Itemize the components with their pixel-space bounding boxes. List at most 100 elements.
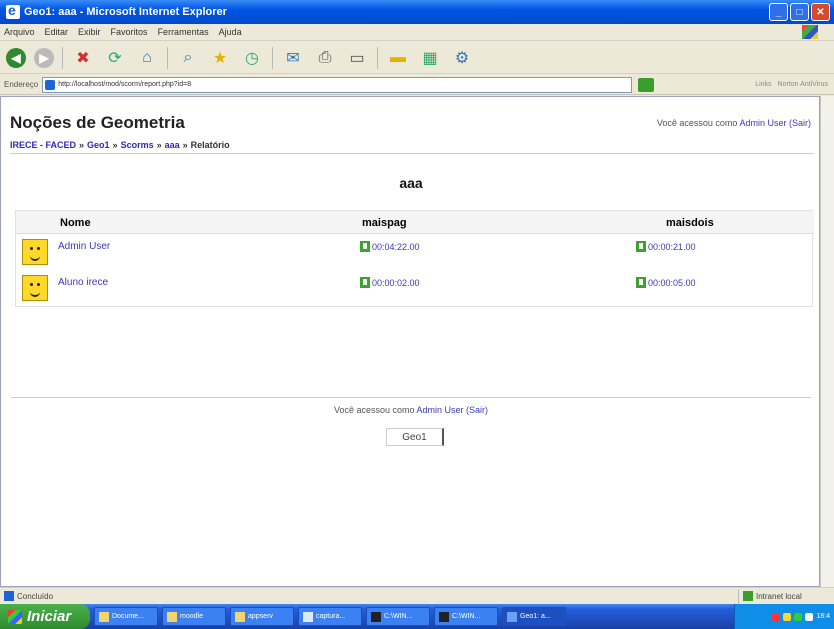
menu-ajuda[interactable]: Ajuda (219, 27, 242, 37)
home-icon[interactable]: ⌂ (135, 46, 159, 70)
intranet-icon (743, 591, 753, 601)
console-icon (371, 611, 381, 622)
column-maispag: maispag (362, 217, 407, 229)
breadcrumb-current: Relatório (190, 139, 230, 150)
tray-icon[interactable] (772, 612, 781, 621)
login-prefix: Você acessou como (656, 118, 738, 128)
taskbar-item[interactable]: Docume... (94, 607, 158, 626)
status-text: Concluído (17, 591, 54, 601)
page-icon (45, 79, 56, 90)
start-button[interactable]: Iniciar (0, 604, 90, 629)
report-icon (360, 277, 370, 288)
stop-icon[interactable]: ✖ (71, 46, 95, 70)
mail-icon[interactable]: ✉ (281, 46, 305, 70)
breadcrumb: IRECE - FACED » Geo1 » Scorms » aaa » Re… (10, 136, 814, 154)
time-cell[interactable]: 00:00:05.00 (636, 277, 696, 288)
login-user-link[interactable]: Admin User (739, 118, 786, 128)
system-tray: 18:4 (734, 604, 834, 629)
browser-content: Noções de Geometria Você acessou como Ad… (0, 96, 820, 587)
back-icon[interactable]: ◀ (6, 47, 26, 68)
breadcrumb-scorms[interactable]: Scorms (121, 140, 154, 150)
avatar[interactable] (22, 275, 48, 301)
window-title: Geo1: aaa - Microsoft Internet Explorer (24, 6, 227, 18)
address-url: http://localhost/mod/scorm/report.php?id… (58, 81, 192, 88)
address-bar: Endereço http://localhost/mod/scorm/repo… (0, 75, 834, 95)
refresh-icon[interactable]: ⟳ (103, 46, 127, 70)
messenger-icon[interactable]: ▦ (418, 46, 442, 70)
address-label: Endereço (4, 80, 39, 89)
report-icon (636, 277, 646, 288)
page-done-icon (4, 591, 14, 601)
breadcrumb-geo1[interactable]: Geo1 (87, 140, 110, 150)
tray-icon[interactable] (783, 612, 792, 621)
status-bar: Concluído Intranet local (0, 587, 834, 604)
document-icon (303, 611, 313, 622)
forward-icon[interactable]: ▶ (34, 47, 54, 68)
time-cell[interactable]: 00:00:02.00 (360, 277, 420, 288)
ie-icon (6, 2, 20, 19)
minimize-button[interactable]: _ (769, 3, 788, 21)
links-label[interactable]: Links (755, 81, 771, 88)
history-icon[interactable]: ◷ (240, 46, 264, 70)
favorites-icon[interactable]: ★ (208, 46, 232, 70)
edit-icon[interactable]: ▭ (345, 46, 369, 70)
taskbar-item[interactable]: moodle (162, 607, 226, 626)
search-icon[interactable]: ⌕ (176, 46, 200, 70)
tray-icon[interactable] (805, 612, 814, 621)
taskbar-item[interactable]: appserv (230, 607, 294, 626)
site-title: Noções de Geometria (10, 113, 185, 132)
toolbar: ◀ ▶ ✖ ⟳ ⌂ ⌕ ★ ◷ ✉ ⎙ ▭ ▬ ▦ ⚙ (0, 42, 834, 74)
course-home-button[interactable]: Geo1 (386, 428, 444, 446)
login-info: Você acessou como Admin User (Sair) (657, 118, 811, 128)
vertical-scrollbar[interactable] (820, 96, 834, 587)
address-input[interactable]: http://localhost/mod/scorm/report.php?id… (42, 76, 633, 93)
taskbar: Iniciar Docume... moodle appserv captura… (0, 604, 834, 629)
avatar[interactable] (22, 239, 48, 265)
menu-favoritos[interactable]: Favoritos (111, 27, 148, 37)
footer-logout-link[interactable]: (Sair) (466, 405, 488, 415)
ie-icon (507, 611, 517, 622)
report-table: Nome maispag maisdois Admin User 00:04:2… (15, 210, 814, 307)
clock[interactable]: 18:4 (816, 613, 830, 620)
menu-editar[interactable]: Editar (45, 27, 69, 37)
time-cell[interactable]: 00:04:22.00 (360, 241, 420, 252)
norton-label[interactable]: Norton AntiVirus (778, 81, 828, 88)
maximize-button[interactable]: □ (790, 3, 809, 21)
console-icon (439, 611, 449, 622)
footer-user-link[interactable]: Admin User (417, 405, 464, 415)
breadcrumb-aaa[interactable]: aaa (165, 140, 180, 150)
tools-icon[interactable]: ⚙ (450, 46, 474, 70)
column-nome: Nome (60, 217, 91, 229)
time-cell[interactable]: 00:00:21.00 (636, 241, 696, 252)
footer-login-info: Você acessou como Admin User (Sair) (333, 405, 489, 415)
menu-bar: Arquivo Editar Exibir Favoritos Ferramen… (0, 24, 834, 41)
menu-arquivo[interactable]: Arquivo (4, 27, 35, 37)
menu-exibir[interactable]: Exibir (78, 27, 101, 37)
tray-icon[interactable] (794, 612, 803, 621)
go-icon[interactable] (638, 77, 655, 92)
folder-icon (167, 611, 177, 622)
footer-divider (11, 397, 811, 398)
taskbar-item[interactable]: C:\WIN... (434, 607, 498, 626)
breadcrumb-irece-faced[interactable]: IRECE - FACED (10, 140, 76, 150)
menu-ferramentas[interactable]: Ferramentas (158, 27, 209, 37)
folder-icon[interactable]: ▬ (386, 46, 410, 70)
taskbar-item[interactable]: C:\WIN... (366, 607, 430, 626)
table-row: Admin User 00:04:22.00 00:00:21.00 (16, 235, 814, 271)
report-icon (360, 241, 370, 252)
taskbar-item[interactable]: captura... (298, 607, 362, 626)
table-header: Nome maispag maisdois (16, 211, 814, 234)
windows-logo-icon (8, 609, 22, 624)
folder-icon (235, 611, 245, 622)
windows-flag-icon (802, 25, 818, 39)
window-titlebar[interactable]: Geo1: aaa - Microsoft Internet Explorer … (0, 0, 834, 24)
security-zone: Intranet local (738, 588, 834, 604)
user-link[interactable]: Admin User (58, 241, 110, 252)
taskbar-item-active[interactable]: Geo1: a... (502, 607, 566, 626)
logout-link[interactable]: (Sair) (789, 118, 811, 128)
close-button[interactable]: ✕ (811, 3, 830, 21)
column-maisdois: maisdois (666, 217, 714, 229)
user-link[interactable]: Aluno irece (58, 277, 108, 288)
page-heading: aaa (399, 175, 423, 191)
print-icon[interactable]: ⎙ (313, 46, 337, 70)
